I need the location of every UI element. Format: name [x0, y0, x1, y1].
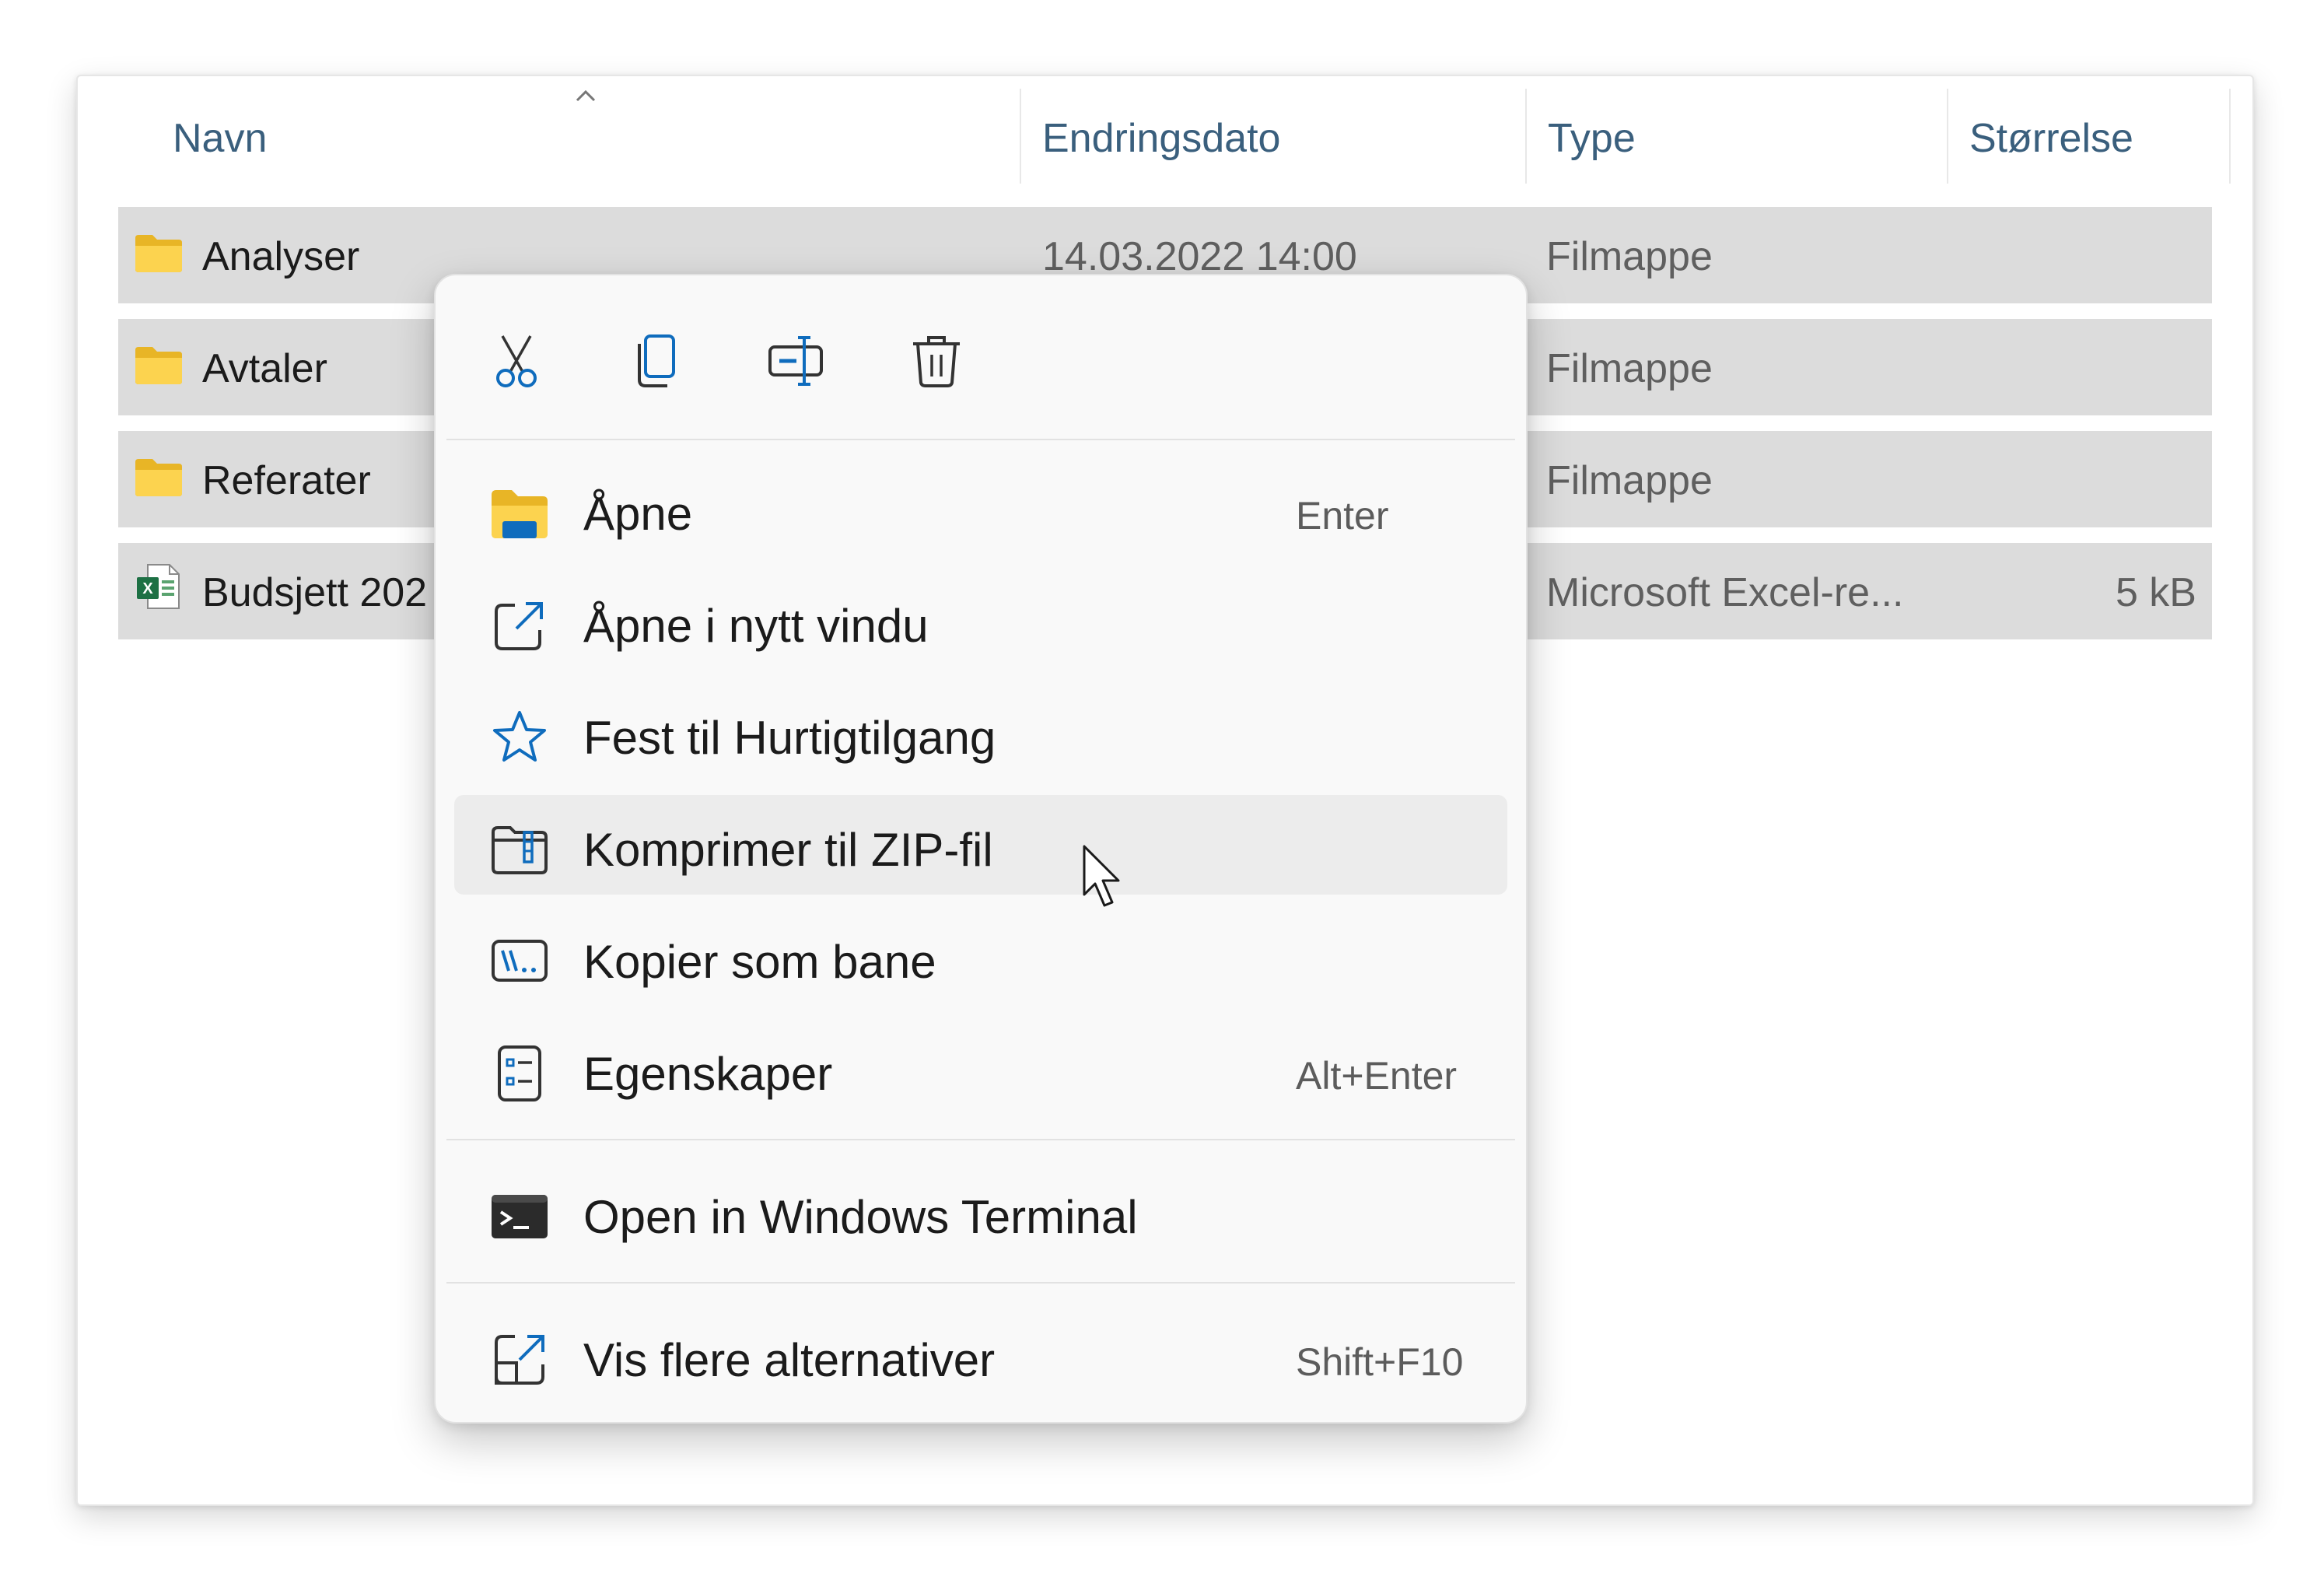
trash-icon: [913, 336, 960, 387]
menu-item-open-terminal[interactable]: Open in Windows Terminal: [454, 1162, 1507, 1262]
file-type: Microsoft Excel-re...: [1546, 570, 1904, 615]
column-divider[interactable]: [1020, 89, 1021, 184]
rename-icon: [768, 336, 823, 386]
copy-icon: [638, 334, 675, 387]
copy-button[interactable]: [618, 322, 695, 400]
menu-item-show-more-options[interactable]: Vis flere alternativer Shift+F10: [454, 1305, 1507, 1405]
menu-item-label: Åpne i nytt vindu: [583, 600, 929, 652]
folder-icon: [135, 459, 182, 496]
file-type: Filmappe: [1546, 346, 1713, 391]
menu-separator: [446, 1282, 1515, 1284]
column-header-size[interactable]: Størrelse: [1969, 115, 2133, 162]
column-header-name[interactable]: Navn: [173, 115, 267, 162]
delete-button[interactable]: [898, 322, 975, 400]
terminal-icon: [492, 1195, 548, 1238]
excel-file-icon: X: [137, 564, 180, 609]
menu-item-copy-as-path[interactable]: Kopier som bane: [454, 907, 1507, 1007]
menu-item-shortcut: Enter: [1296, 494, 1389, 538]
file-size: 5 kB: [2115, 570, 2196, 615]
menu-item-label: Komprimer til ZIP-fil: [583, 824, 993, 876]
rename-button[interactable]: [758, 322, 835, 400]
folder-open-icon: [492, 490, 548, 538]
menu-item-open[interactable]: Åpne Enter: [454, 459, 1507, 559]
column-divider[interactable]: [1525, 89, 1527, 184]
file-name: Avtaler: [202, 346, 327, 391]
menu-item-pin-quick-access[interactable]: Fest til Hurtigtilgang: [454, 683, 1507, 783]
star-icon: [493, 711, 546, 762]
menu-item-open-new-window[interactable]: Åpne i nytt vindu: [454, 571, 1507, 671]
menu-item-shortcut: Shift+F10: [1296, 1340, 1464, 1384]
file-date: 14.03.2022 14:00: [1042, 234, 1357, 279]
file-type: Filmappe: [1546, 458, 1713, 503]
column-header-type[interactable]: Type: [1548, 115, 1636, 162]
menu-item-label: Open in Windows Terminal: [583, 1191, 1138, 1243]
zip-folder-icon: [492, 826, 548, 874]
open-new-window-icon: [495, 602, 543, 650]
menu-item-properties[interactable]: Egenskaper Alt+Enter: [454, 1019, 1507, 1119]
file-name: Analyser: [202, 234, 360, 279]
column-divider[interactable]: [2229, 89, 2231, 184]
cut-button[interactable]: [478, 322, 555, 400]
folder-icon: [135, 347, 182, 384]
menu-item-label: Fest til Hurtigtilgang: [583, 712, 996, 764]
menu-item-label: Kopier som bane: [583, 936, 936, 988]
file-name: Budsjett 202: [202, 570, 428, 615]
chevron-up-icon[interactable]: [574, 87, 597, 104]
menu-item-label: Vis flere alternativer: [583, 1334, 996, 1386]
properties-icon: [498, 1045, 541, 1101]
copy-path-icon: [492, 940, 548, 982]
file-name: Referater: [202, 458, 371, 503]
column-divider[interactable]: [1947, 89, 1948, 184]
context-menu: Åpne Enter Åpne i nytt vindu Fest til Hu…: [434, 274, 1528, 1424]
more-options-icon: [495, 1335, 544, 1385]
menu-item-compress-zip[interactable]: Komprimer til ZIP-fil: [454, 795, 1507, 895]
menu-item-label: Åpne: [583, 488, 693, 540]
menu-separator: [446, 1139, 1515, 1140]
mouse-cursor-icon: [1083, 845, 1120, 907]
scissors-icon: [496, 335, 537, 387]
menu-separator: [446, 439, 1515, 440]
menu-item-label: Egenskaper: [583, 1048, 833, 1100]
column-header-date[interactable]: Endringsdato: [1042, 115, 1280, 162]
svg-text:X: X: [142, 580, 153, 597]
folder-icon: [135, 235, 182, 272]
menu-item-shortcut: Alt+Enter: [1296, 1054, 1458, 1098]
file-type: Filmappe: [1546, 234, 1713, 279]
